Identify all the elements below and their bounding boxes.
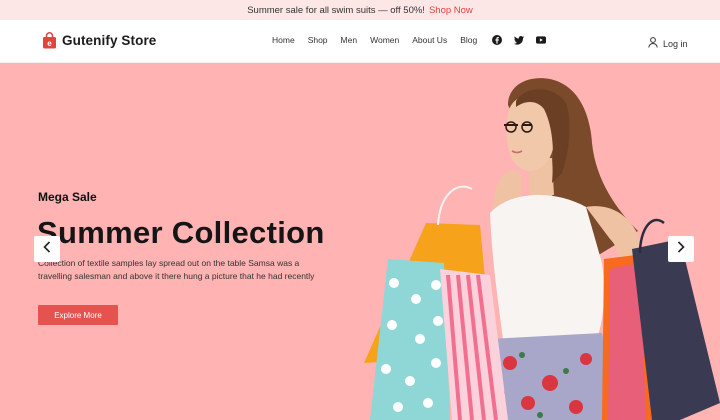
nav-item-women[interactable]: Women (370, 35, 399, 45)
nav-item-blog[interactable]: Blog (460, 35, 477, 45)
site-header: e Gutenify Store Home Shop Men Women Abo… (0, 20, 720, 63)
brand-logo[interactable]: e Gutenify Store (42, 32, 156, 49)
user-icon (648, 35, 658, 53)
twitter-icon[interactable] (514, 35, 525, 45)
shopping-bag-icon: e (42, 32, 57, 49)
hero-description: Collection of textile samples lay spread… (38, 258, 315, 281)
nav-item-home[interactable]: Home (272, 35, 295, 45)
nav-item-shop[interactable]: Shop (308, 35, 328, 45)
main-nav: Home Shop Men Women About Us Blog (272, 35, 558, 45)
youtube-icon[interactable] (536, 35, 547, 45)
login-link[interactable]: Log in (648, 35, 688, 53)
login-label: Log in (663, 39, 688, 49)
slider-next-button[interactable] (668, 236, 694, 262)
announcement-bar: Summer sale for all swim suits — off 50%… (0, 0, 720, 20)
nav-item-men[interactable]: Men (341, 35, 358, 45)
shop-now-link[interactable]: Shop Now (429, 5, 473, 16)
chevron-left-icon (43, 240, 51, 258)
explore-more-button[interactable]: Explore More (38, 305, 118, 325)
svg-text:e: e (47, 39, 52, 48)
brand-name: Gutenify Store (62, 33, 157, 48)
hero-image (364, 78, 720, 420)
hero-title: Summer Collection (37, 215, 325, 250)
facebook-icon[interactable] (492, 35, 503, 45)
announcement-text: Summer sale for all swim suits — off 50%… (247, 4, 425, 16)
chevron-right-icon (677, 240, 685, 258)
hero-subtitle: Mega Sale (38, 190, 97, 204)
hero-banner: Mega Sale Summer Collection Collection o… (0, 63, 720, 420)
slider-prev-button[interactable] (34, 236, 60, 262)
social-links (492, 35, 558, 45)
nav-item-about-us[interactable]: About Us (412, 35, 447, 45)
